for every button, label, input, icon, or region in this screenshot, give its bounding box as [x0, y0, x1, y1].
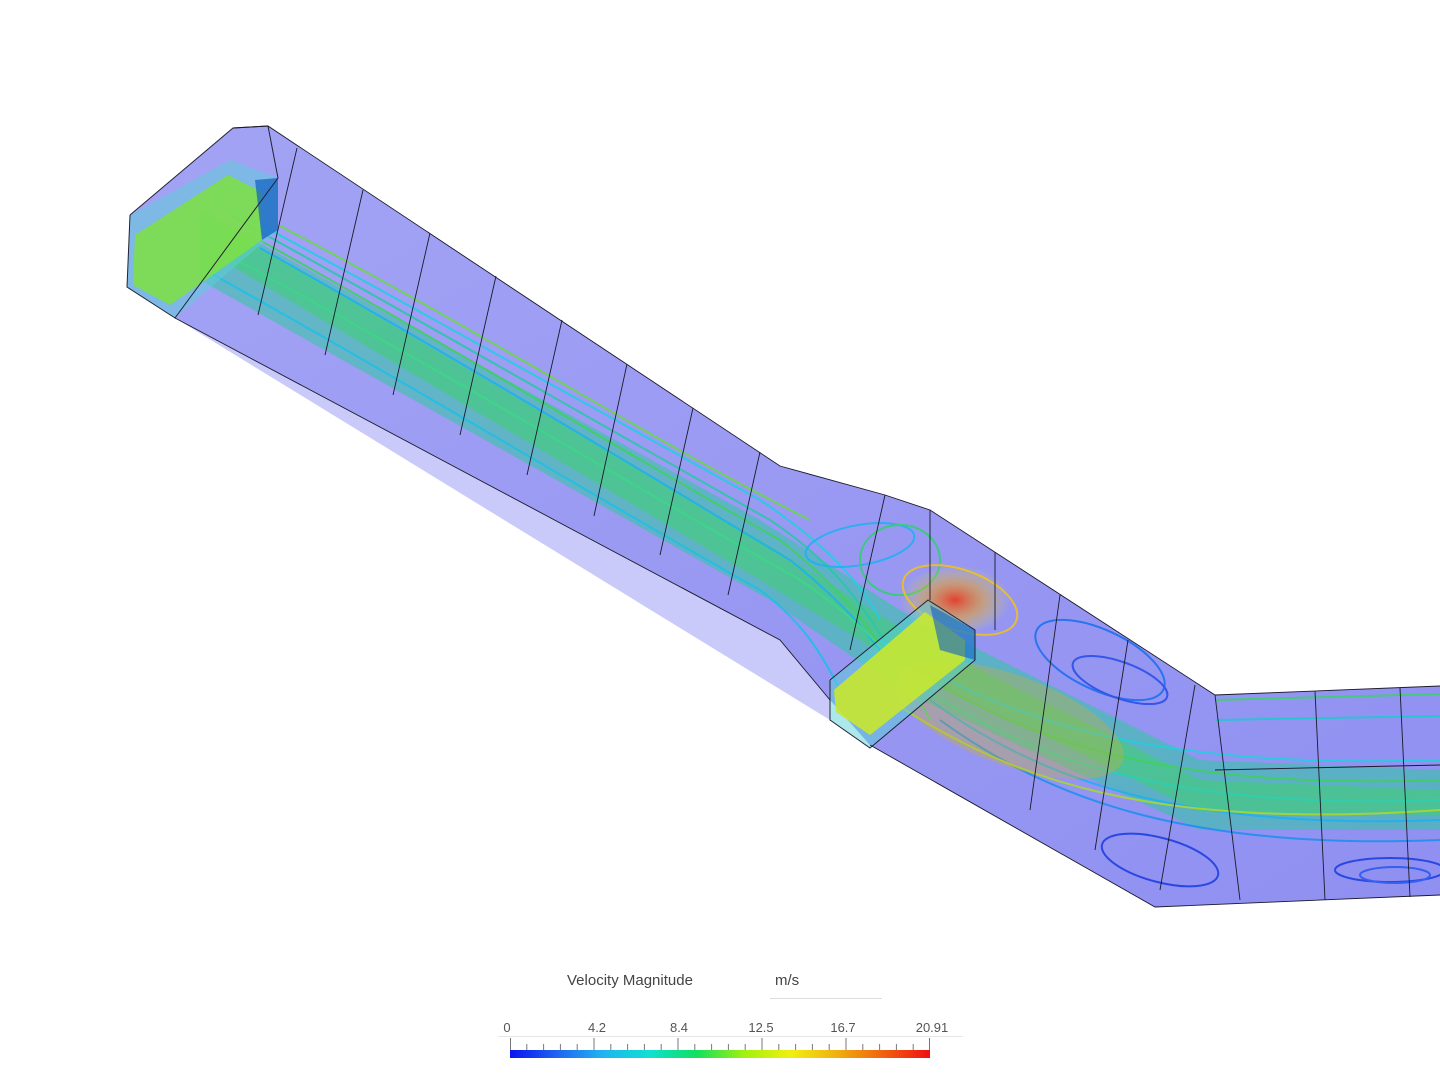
tick-label-1: 4.2 — [587, 1020, 607, 1035]
tick-label-5: 20.91 — [915, 1020, 949, 1035]
flow-visualization-viewport[interactable] — [0, 0, 1440, 1080]
legend-unit: m/s — [775, 972, 800, 989]
velocity-colorbar — [510, 1038, 930, 1058]
tick-label-2: 8.4 — [669, 1020, 689, 1035]
tick-label-4: 16.7 — [830, 1020, 856, 1035]
colorbar-fill — [510, 1050, 930, 1058]
legend-title: Velocity Magnitude — [567, 972, 693, 989]
legend-unit-underline — [770, 998, 882, 999]
tick-label-0: 0 — [503, 1020, 511, 1035]
tick-label-3: 12.5 — [748, 1020, 774, 1035]
legend-top-line — [498, 1036, 963, 1037]
